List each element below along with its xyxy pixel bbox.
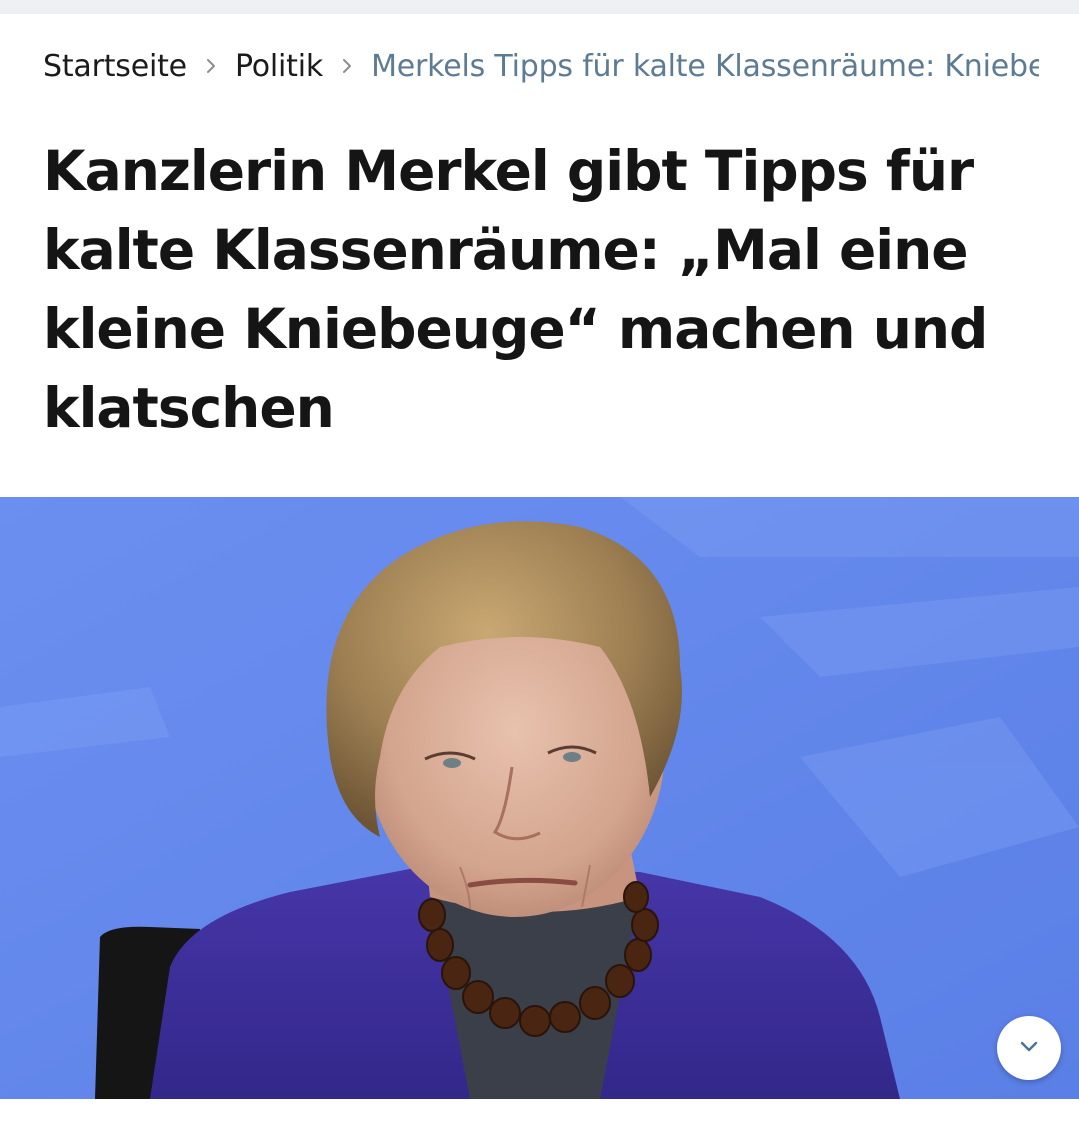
- breadcrumb-current-page: Merkels Tipps für kalte Klassenräume: Kn…: [371, 48, 1039, 84]
- chevron-right-icon: [187, 57, 235, 75]
- top-strip: [0, 0, 1079, 14]
- chevron-right-icon: [323, 57, 371, 75]
- breadcrumb-home-link[interactable]: Startseite: [43, 49, 187, 84]
- breadcrumb-section-link[interactable]: Politik: [235, 49, 323, 84]
- chevron-down-icon: [1018, 1039, 1040, 1058]
- article-headline: Kanzlerin Merkel gibt Tipps für kalte Kl…: [43, 139, 988, 440]
- article-hero-photo: [0, 497, 1079, 1099]
- scroll-down-button[interactable]: [997, 1016, 1061, 1080]
- breadcrumb: Startseite Politik Merkels Tipps für kal…: [43, 44, 1039, 88]
- page-continuation: [0, 1099, 1079, 1135]
